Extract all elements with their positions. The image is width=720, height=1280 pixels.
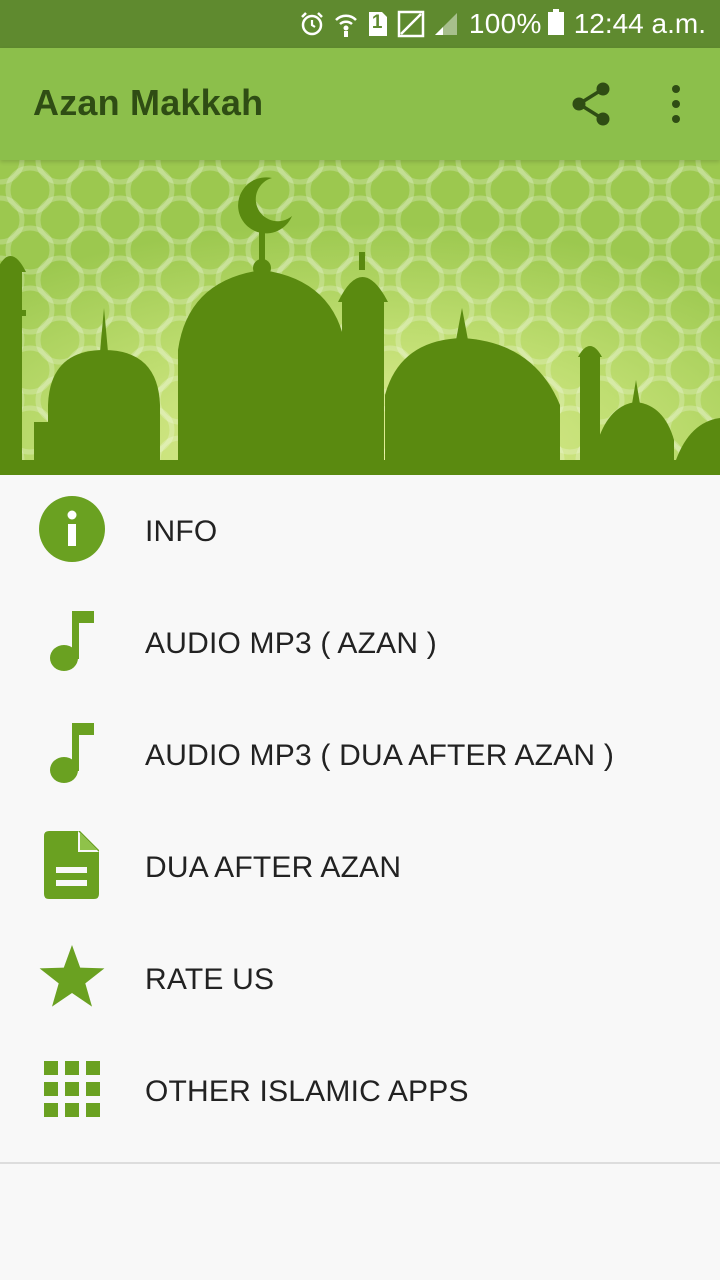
menu-item-info[interactable]: INFO [0,475,720,587]
star-icon [36,941,108,1013]
app-title: Azan Makkah [33,82,264,123]
menu-item-label: AUDIO MP3 ( DUA AFTER AZAN ) [145,739,615,772]
overflow-menu-icon [672,85,680,123]
music-note-icon [36,717,108,789]
menu-item-label: RATE US [145,963,275,996]
mosque-silhouette-image [0,160,720,475]
menu-list: INFO AUDIO MP3 ( AZAN ) AUDIO MP3 ( DUA … [0,475,720,1147]
status-bar: 1 100% 12:44 a.m. [0,0,720,48]
share-button[interactable] [566,78,618,130]
menu-item-label: OTHER ISLAMIC APPS [145,1075,469,1108]
divider [0,1162,720,1164]
menu-item-dua-after-azan[interactable]: DUA AFTER AZAN [0,811,720,923]
battery-icon [547,8,564,40]
overflow-menu-button[interactable] [656,78,696,130]
clock: 12:44 a.m. [573,8,706,39]
menu-item-label: DUA AFTER AZAN [145,851,402,884]
no-sim-icon [397,10,425,38]
sim-1-icon: 1 [367,10,389,38]
music-note-icon [36,605,108,677]
menu-item-rate-us[interactable]: RATE US [0,923,720,1035]
share-icon [572,82,610,126]
mosque-banner [0,160,720,475]
signal-icon [433,11,459,37]
menu-item-label: AUDIO MP3 ( AZAN ) [145,627,437,660]
alarm-icon [299,11,325,37]
sim-slot-label: 1 [371,12,383,33]
apps-grid-icon [36,1053,108,1125]
document-icon [36,829,108,901]
app-bar: Azan Makkah [0,48,720,160]
menu-item-label: INFO [145,515,218,548]
info-icon [36,493,108,565]
status-icons: 1 [299,10,459,38]
menu-item-audio-azan[interactable]: AUDIO MP3 ( AZAN ) [0,587,720,699]
menu-item-other-apps[interactable]: OTHER ISLAMIC APPS [0,1035,720,1147]
menu-item-audio-dua[interactable]: AUDIO MP3 ( DUA AFTER AZAN ) [0,699,720,811]
battery-percentage: 100% [468,8,542,39]
wifi-calling-icon [333,10,359,38]
